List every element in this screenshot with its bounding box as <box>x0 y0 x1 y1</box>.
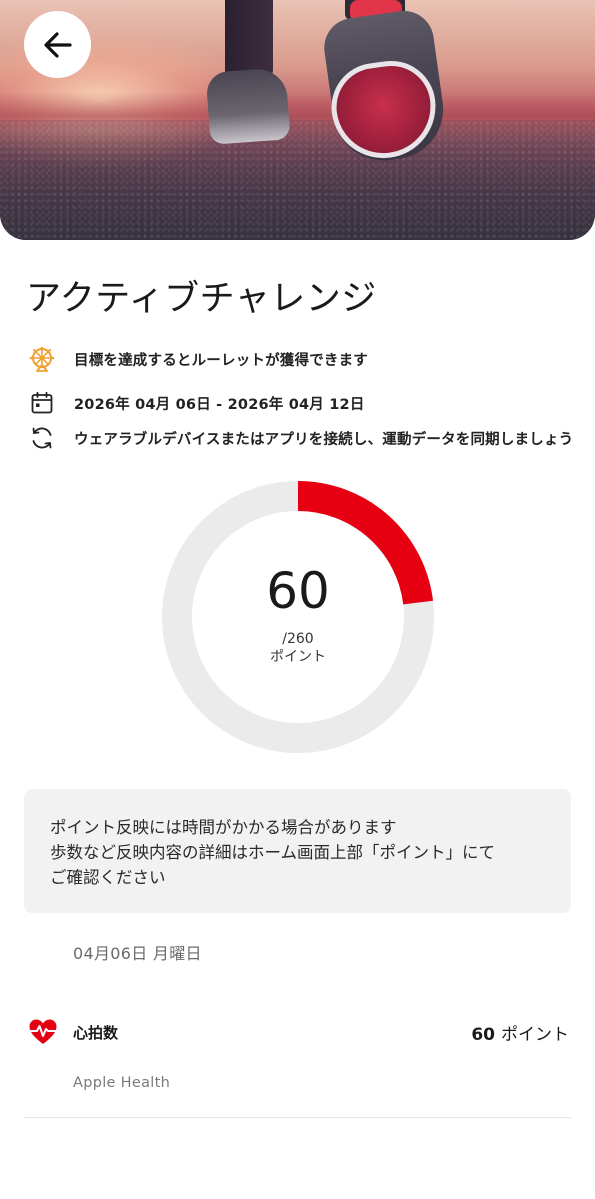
period-text: 2026年 04月 06日 - 2026年 04月 12日 <box>74 396 365 413</box>
day-label: 04月06日 月曜日 <box>73 944 202 963</box>
notice-line: ポイント反映には時間がかかる場合があります <box>50 818 397 837</box>
heart-rate-icon <box>28 1017 58 1047</box>
info-roulette: 目標を達成するとルーレットが獲得できます <box>28 345 368 373</box>
activity-source: Apple Health <box>73 1075 171 1091</box>
info-period: 2026年 04月 06日 - 2026年 04月 12日 <box>28 389 365 417</box>
progress-total: /260 <box>282 631 314 647</box>
progress-value: 60 <box>266 562 330 620</box>
roulette-wheel-icon <box>28 345 56 373</box>
challenge-detail-screen: アクティブチャレンジ 目標を達成するとルーレットが獲得できます 2026年 04… <box>0 0 595 1199</box>
arrow-left-icon <box>43 31 72 58</box>
activity-item: 心拍数 60 ポイント <box>24 1013 571 1053</box>
activity-points: 60 ポイント <box>471 1020 569 1045</box>
divider <box>24 1117 571 1118</box>
page-title: アクティブチャレンジ <box>26 279 377 319</box>
back-button[interactable] <box>24 11 91 78</box>
activity-label: 心拍数 <box>73 1024 119 1042</box>
info-sync: ウェアラブルデバイスまたはアプリを接続し、運動データを同期しましょう <box>28 424 573 452</box>
progress-unit: ポイント <box>270 649 326 665</box>
notice-line: 歩数など反映内容の詳細はホーム画面上部「ポイント」にて <box>50 843 496 862</box>
activity-points-unit: ポイント <box>501 1025 569 1045</box>
notice-line: ご確認ください <box>50 868 166 887</box>
notice-box: ポイント反映には時間がかかる場合があります 歩数など反映内容の詳細はホーム画面上… <box>24 789 571 913</box>
roulette-text: 目標を達成するとルーレットが獲得できます <box>74 352 368 369</box>
calendar-icon <box>28 389 56 417</box>
sync-icon <box>28 424 56 452</box>
sync-text: ウェアラブルデバイスまたはアプリを接続し、運動データを同期しましょう <box>74 431 574 448</box>
activity-points-value: 60 <box>471 1025 495 1045</box>
